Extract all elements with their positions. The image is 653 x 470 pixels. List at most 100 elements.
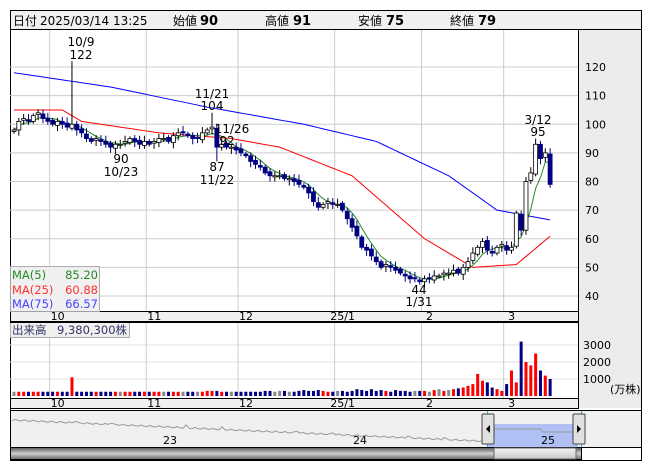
volume-unit-label: (万株) [610,382,641,396]
volume-bar [196,391,200,396]
candle-up [513,212,519,247]
volume-bar [186,391,190,396]
navigator-scrollbar-thumb[interactable] [493,447,577,460]
volume-bar [538,370,542,396]
candle-down [412,277,418,280]
volume-bar [485,382,489,396]
volume-bar [94,391,98,396]
candle-down [417,279,423,283]
volume-bar [263,390,267,396]
volume-bar [331,391,335,396]
volume-bar [534,353,538,396]
candle-down [50,119,56,125]
volume-bar [268,390,272,396]
volume-bar [369,389,373,396]
volume-bar [152,391,156,396]
candle-down [393,266,398,271]
candle-down [74,123,80,131]
candle-down [282,174,287,180]
candle-down [378,261,384,268]
candle-down [484,240,490,251]
volume-bar [51,391,55,396]
candle-down [84,133,89,139]
volume-bar [384,390,388,396]
candle-down [166,137,171,142]
annotation-price: 95 [530,125,545,139]
volume-bar [84,391,88,396]
y-tick-label: 100 [585,118,606,131]
volume-bar [427,391,431,396]
high-label: 高値 [265,13,289,28]
annotation-date: 11/22 [200,173,235,187]
volume-bar [109,391,113,396]
candle-up [523,181,529,231]
volume-bar [254,391,257,396]
volume-bar [200,391,204,396]
candle-up [475,246,481,255]
candle-down [359,236,365,248]
candle-up [286,178,292,181]
volume-bar [336,390,340,396]
y-tick-label: 50 [585,261,599,274]
volume-bar [167,391,171,396]
candle-down [238,148,244,154]
candle-up [55,120,60,126]
volume-value: 9,380,300株 [57,323,128,337]
volume-tick-label: 3000 [583,339,611,352]
candle-down [190,135,196,139]
volume-bar [282,390,286,396]
volume-bar [80,391,84,396]
candle-down [402,273,408,277]
annotation-price: 87 [209,160,224,174]
volume-bar [524,362,528,396]
volume-bar [442,390,446,396]
candle-up [451,269,456,274]
volume-bar [374,390,378,396]
candle-up [470,252,476,261]
candle-down [407,275,413,280]
annotation-price: 122 [70,48,93,62]
volume-bar [142,391,146,396]
candle-down [373,256,379,263]
range-left-handle[interactable] [481,413,495,445]
volume-bar [123,391,127,396]
volume-bar [509,370,513,396]
candle-up [127,138,133,143]
candle-down [137,139,142,145]
candle-down [301,185,307,188]
annotation-date: 1/31 [406,295,433,309]
volume-bar [75,391,79,396]
volume-bar [138,391,142,396]
x-tick-label: 2 [426,397,433,410]
candle-up [320,203,326,208]
volume-bar [171,391,175,396]
volume-bar [225,391,229,396]
ma5-label: MA(5) [12,268,46,282]
close-label: 終値 [450,13,474,28]
volume-bar [456,388,460,396]
volume-bar [297,390,301,396]
navigator-selected-range[interactable] [487,424,578,448]
y-tick-label: 90 [585,147,599,160]
candle-down [40,113,46,119]
candle-up [161,138,167,140]
volume-bar [60,391,64,396]
candle-down [132,138,138,142]
candle-up [11,129,17,132]
volume-bar [249,391,253,396]
volume-bar [403,390,407,396]
volume-bar [355,389,359,396]
ma25-label: MA(25) [12,283,53,297]
volume-tick-label: 2000 [583,356,611,369]
volume-bar [128,391,132,396]
candle-up [93,138,99,141]
volume-bar [258,391,262,396]
annotation-date: 10/9 [68,35,95,49]
candle-up [465,261,471,268]
low-label: 安値 [358,13,382,28]
candle-up [69,123,75,129]
candle-up [441,272,447,276]
low-value: 75 [386,14,404,29]
candle-down [195,137,200,139]
range-right-handle[interactable] [572,413,586,445]
